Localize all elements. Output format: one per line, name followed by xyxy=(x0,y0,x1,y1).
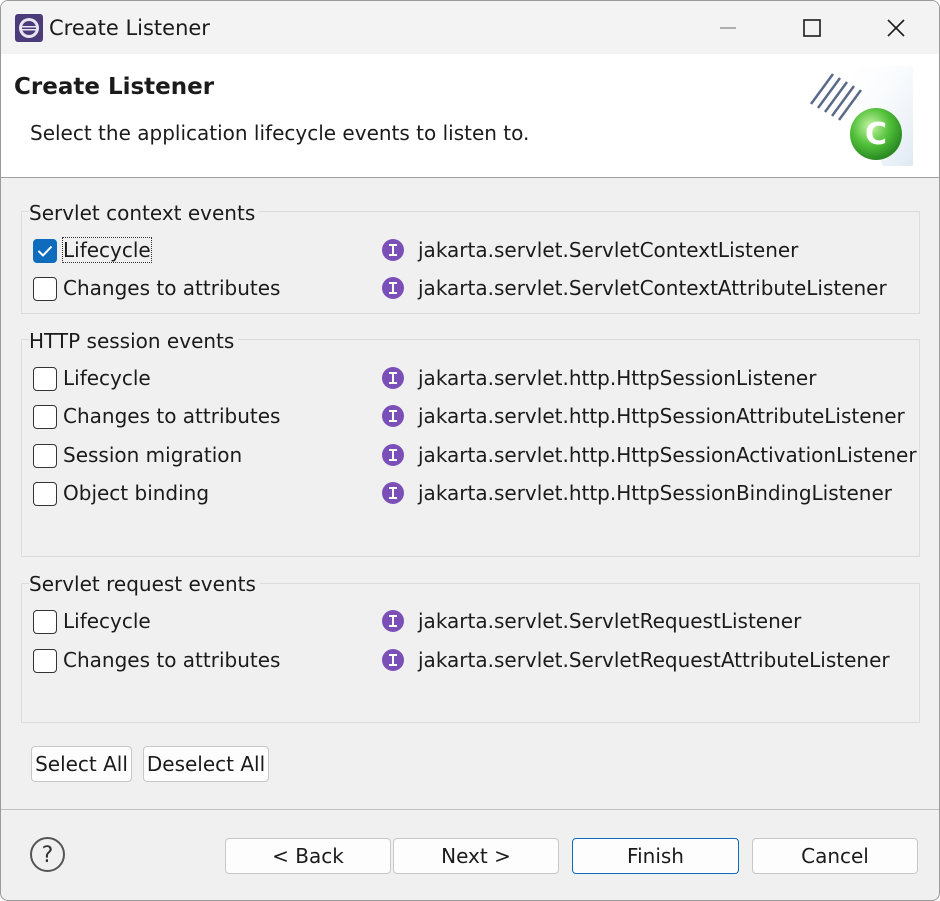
finish-button[interactable]: Finish xyxy=(572,838,739,874)
interface-name: jakarta.servlet.ServletRequestAttributeL… xyxy=(418,648,890,672)
svg-text:?: ? xyxy=(42,843,54,868)
interface-icon xyxy=(382,239,404,261)
interface-icon xyxy=(382,482,404,504)
interface-name: jakarta.servlet.ServletContextListener xyxy=(418,238,799,262)
checkbox-row-session-lifecycle[interactable]: Lifecycle jakarta.servlet.http.HttpSessi… xyxy=(33,365,903,395)
checkbox-label[interactable]: Object binding xyxy=(63,481,209,505)
checkbox-label[interactable]: Changes to attributes xyxy=(63,404,280,428)
interface-name: jakarta.servlet.http.HttpSessionBindingL… xyxy=(418,481,893,505)
close-icon xyxy=(887,18,905,37)
checkbox[interactable] xyxy=(33,239,57,263)
checkbox-row-session-binding[interactable]: Object binding jakarta.servlet.http.Http… xyxy=(33,480,903,510)
checkbox-row-session-migration[interactable]: Session migration jakarta.servlet.http.H… xyxy=(33,442,917,472)
interface-name: jakarta.servlet.http.HttpSessionActivati… xyxy=(418,443,917,467)
interface-icon xyxy=(382,610,404,632)
maximize-button[interactable] xyxy=(770,1,854,54)
checkbox-label[interactable]: Session migration xyxy=(63,443,242,467)
checkbox-label[interactable]: Changes to attributes xyxy=(63,648,280,672)
interface-icon xyxy=(382,649,404,671)
checkbox[interactable] xyxy=(33,649,57,673)
checkbox[interactable] xyxy=(33,444,57,468)
checkbox-label[interactable]: Lifecycle xyxy=(62,237,152,263)
interface-icon xyxy=(382,405,404,427)
interface-icon xyxy=(382,277,404,299)
checkbox-label[interactable]: Lifecycle xyxy=(63,366,151,390)
interface-icon xyxy=(382,367,404,389)
next-button[interactable]: Next > xyxy=(393,838,559,874)
class-wizard-icon: C xyxy=(809,66,913,166)
interface-name: jakarta.servlet.http.HttpSessionListener xyxy=(418,366,817,390)
checkbox[interactable] xyxy=(33,482,57,506)
title-bar: Create Listener xyxy=(1,1,939,54)
checkbox-row-request-attributes[interactable]: Changes to attributes jakarta.servlet.Se… xyxy=(33,647,903,677)
checkbox-row-context-attributes[interactable]: Changes to attributes jakarta.servlet.Se… xyxy=(33,275,903,305)
minimize-button[interactable] xyxy=(686,1,770,54)
interface-name: jakarta.servlet.ServletContextAttributeL… xyxy=(418,276,887,300)
help-icon[interactable]: ? xyxy=(29,836,66,873)
select-all-button[interactable]: Select All xyxy=(31,746,132,782)
checkbox[interactable] xyxy=(33,405,57,429)
checkbox-label[interactable]: Changes to attributes xyxy=(63,276,280,300)
checkbox-row-context-lifecycle[interactable]: Lifecycle jakarta.servlet.ServletContext… xyxy=(33,237,903,267)
deselect-all-button[interactable]: Deselect All xyxy=(143,746,269,782)
maximize-icon xyxy=(803,18,821,37)
eclipse-icon xyxy=(15,14,43,42)
checkbox[interactable] xyxy=(33,277,57,301)
minimize-icon xyxy=(720,26,736,29)
page-description: Select the application lifecycle events … xyxy=(30,121,530,145)
create-listener-dialog: Create Listener Create Listener Select t… xyxy=(0,0,940,901)
checkbox[interactable] xyxy=(33,610,57,634)
window-title: Create Listener xyxy=(49,16,210,40)
back-button[interactable]: < Back xyxy=(225,838,391,874)
group-title-servlet-request: Servlet request events xyxy=(29,572,260,596)
checkmark-icon xyxy=(37,245,53,257)
checkbox-row-request-lifecycle[interactable]: Lifecycle jakarta.servlet.ServletRequest… xyxy=(33,608,903,638)
interface-name: jakarta.servlet.http.HttpSessionAttribut… xyxy=(418,404,905,428)
footer-separator xyxy=(1,809,939,810)
interface-icon xyxy=(382,444,404,466)
checkbox-label[interactable]: Lifecycle xyxy=(63,609,151,633)
close-button[interactable] xyxy=(854,1,938,54)
cancel-button[interactable]: Cancel xyxy=(752,838,918,874)
group-title-servlet-context: Servlet context events xyxy=(29,201,260,225)
wizard-banner: Create Listener Select the application l… xyxy=(1,54,939,178)
group-title-http-session: HTTP session events xyxy=(29,329,239,353)
svg-text:C: C xyxy=(865,117,887,152)
page-title: Create Listener xyxy=(14,74,215,100)
interface-name: jakarta.servlet.ServletRequestListener xyxy=(418,609,802,633)
checkbox[interactable] xyxy=(33,367,57,391)
checkbox-row-session-attributes[interactable]: Changes to attributes jakarta.servlet.ht… xyxy=(33,403,905,433)
